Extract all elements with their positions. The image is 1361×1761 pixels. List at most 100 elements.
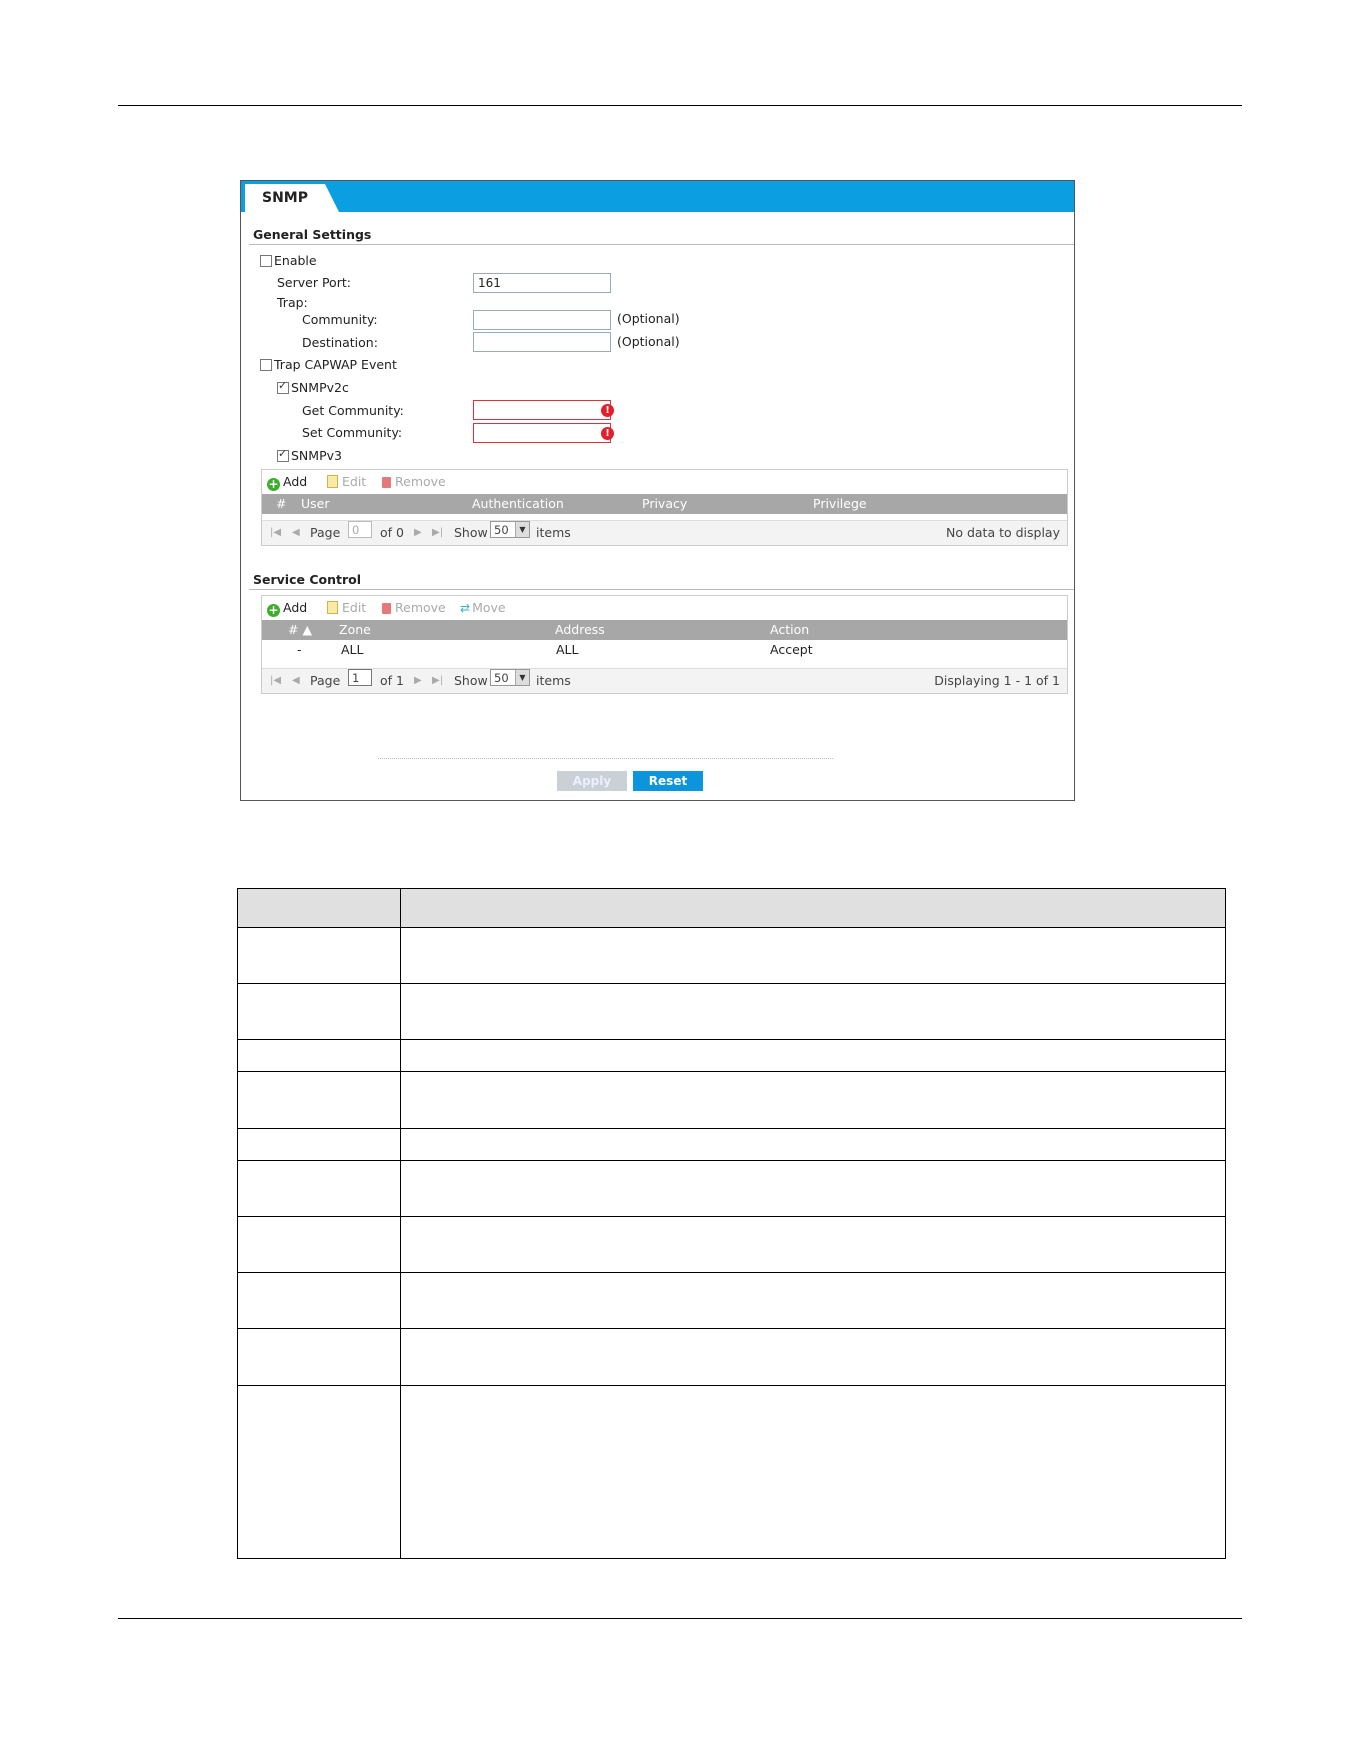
tab-slant <box>325 184 339 212</box>
page-header-rule <box>118 105 1242 106</box>
add-icon: + <box>267 477 280 491</box>
button-divider <box>378 758 833 759</box>
snmpv3-checkbox[interactable] <box>277 447 289 462</box>
edit-button[interactable]: Edit <box>327 474 366 489</box>
tab-bar: SNMP <box>241 181 1074 212</box>
remove-label: Remove <box>395 474 446 489</box>
table-cell <box>401 1217 1225 1272</box>
edit-button[interactable]: Edit <box>327 600 366 615</box>
col-user[interactable]: User <box>301 494 330 514</box>
row-address: ALL <box>556 642 579 657</box>
move-label: Move <box>472 600 506 615</box>
community-input[interactable] <box>473 310 611 330</box>
table-header-row <box>238 889 1225 928</box>
table-cell <box>401 1386 1225 1558</box>
page-size-select[interactable]: 50 ▼ <box>490 521 530 538</box>
table-row <box>238 1272 1225 1328</box>
col-privilege[interactable]: Privilege <box>813 494 867 514</box>
trash-icon <box>382 603 391 614</box>
get-community-input[interactable] <box>473 400 611 420</box>
community-optional-text: (Optional) <box>617 311 680 326</box>
last-page-icon[interactable]: ▶| <box>432 521 443 545</box>
move-button[interactable]: ⇄ Move <box>460 600 506 615</box>
row-zone: ALL <box>341 642 364 657</box>
table-cell <box>401 1161 1225 1216</box>
page-label: Page <box>310 525 341 540</box>
col-authentication[interactable]: Authentication <box>472 494 564 514</box>
grid-pager: |◀ ◀ Page 0 of 0 ▶ ▶| Show 50 ▼ items No … <box>262 520 1067 545</box>
col-address[interactable]: Address <box>555 620 605 640</box>
col-num-sort[interactable]: # ▲ <box>288 620 312 640</box>
col-num[interactable]: # <box>276 494 286 514</box>
table-cell <box>401 1329 1225 1385</box>
add-button[interactable]: + Add <box>267 600 307 617</box>
snmpv3-user-grid: + Add Edit Remove # User Authentication P… <box>261 469 1068 546</box>
first-page-icon[interactable]: |◀ <box>270 521 281 545</box>
reset-button[interactable]: Reset <box>633 771 703 791</box>
table-row[interactable]: - ALL ALL Accept <box>262 640 1067 660</box>
items-label: items <box>536 673 571 688</box>
table-row <box>238 1328 1225 1385</box>
destination-input[interactable] <box>473 332 611 352</box>
page-input[interactable]: 1 <box>348 669 372 686</box>
error-icon: ! <box>601 404 614 417</box>
page-size-select[interactable]: 50 ▼ <box>490 669 530 686</box>
show-label: Show <box>454 673 488 688</box>
col-action[interactable]: Action <box>770 620 809 640</box>
prev-page-icon[interactable]: ◀ <box>292 521 300 545</box>
snmpv2c-label: SNMPv2c <box>291 380 349 395</box>
col-zone[interactable]: Zone <box>339 620 371 640</box>
enable-checkbox[interactable] <box>260 255 272 267</box>
table-row <box>238 1160 1225 1216</box>
set-community-input[interactable] <box>473 423 611 443</box>
prev-page-icon[interactable]: ◀ <box>292 669 300 693</box>
grid-header: # ▲ Zone Address Action <box>262 620 1067 640</box>
edit-icon <box>327 475 338 488</box>
trap-label: Trap: <box>277 295 308 310</box>
table-row <box>238 928 1225 983</box>
edit-label: Edit <box>342 474 367 489</box>
table-row <box>238 1385 1225 1558</box>
show-label: Show <box>454 525 488 540</box>
page-label: Page <box>310 673 341 688</box>
remove-button[interactable]: Remove <box>382 600 446 615</box>
page-of-text: of 0 <box>380 525 404 540</box>
page-of-text: of 1 <box>380 673 404 688</box>
server-port-input[interactable] <box>473 273 611 293</box>
page-input[interactable]: 0 <box>348 521 372 538</box>
section-divider <box>249 589 1074 590</box>
trap-capwap-label: Trap CAPWAP Event <box>274 357 397 372</box>
next-page-icon[interactable]: ▶ <box>414 521 422 545</box>
server-port-label: Server Port: <box>277 275 351 290</box>
table-cell <box>238 889 401 927</box>
edit-label: Edit <box>342 600 367 615</box>
snmpv2c-checkbox[interactable] <box>277 379 289 394</box>
destination-label: Destination: <box>302 335 378 350</box>
first-page-icon[interactable]: |◀ <box>270 669 281 693</box>
table-cell <box>401 889 1225 927</box>
add-label: Add <box>283 600 308 615</box>
table-cell <box>401 928 1225 983</box>
col-privacy[interactable]: Privacy <box>642 494 687 514</box>
trap-capwap-checkbox[interactable] <box>260 359 272 371</box>
apply-button[interactable]: Apply <box>557 771 627 791</box>
next-page-icon[interactable]: ▶ <box>414 669 422 693</box>
table-cell <box>238 928 401 983</box>
chevron-down-icon: ▼ <box>515 522 529 537</box>
get-community-label: Get Community: <box>302 403 404 418</box>
table-cell <box>238 1161 401 1216</box>
remove-label: Remove <box>395 600 446 615</box>
grid-pager: |◀ ◀ Page 1 of 1 ▶ ▶| Show 50 ▼ items Dis… <box>262 668 1067 693</box>
field-description-table <box>237 888 1226 1559</box>
last-page-icon[interactable]: ▶| <box>432 669 443 693</box>
add-label: Add <box>283 474 308 489</box>
enable-label: Enable <box>274 253 317 268</box>
grid-status: No data to display <box>945 525 1060 540</box>
add-button[interactable]: + Add <box>267 474 307 491</box>
general-settings-title: General Settings <box>253 227 372 242</box>
table-row <box>238 1128 1225 1160</box>
tab-snmp[interactable]: SNMP <box>245 184 325 212</box>
remove-button[interactable]: Remove <box>382 474 446 489</box>
grid-header: # User Authentication Privacy Privilege <box>262 494 1067 514</box>
table-cell <box>401 1072 1225 1128</box>
